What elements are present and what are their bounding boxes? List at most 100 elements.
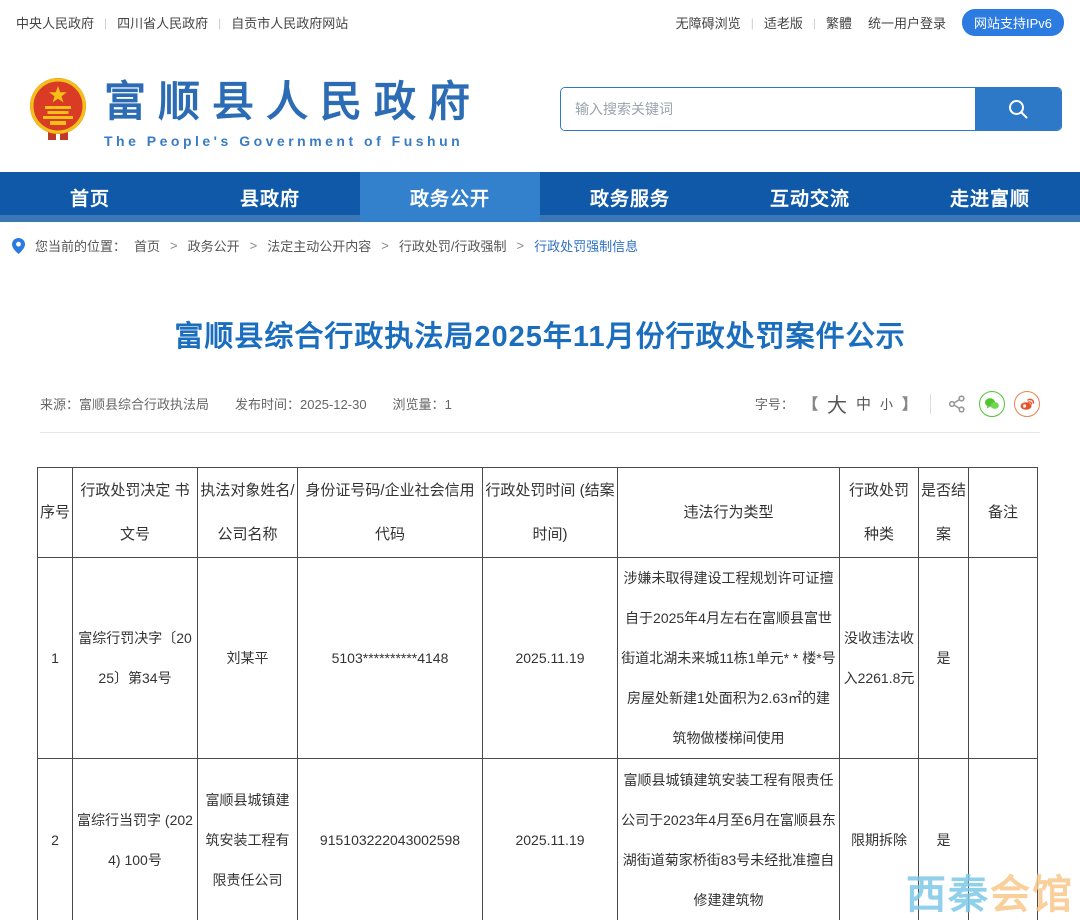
source-value: 富顺县综合行政执法局 (79, 397, 209, 412)
table-header-row: 序号 行政处罚决定 书文号 执法对象姓名/公司名称 身份证号码/企业社会信用代码… (38, 468, 1038, 558)
pubdate-value: 2025-12-30 (300, 397, 367, 412)
breadcrumb-prefix: 您当前的位置： (35, 236, 126, 255)
page: 中央人民政府 | 四川省人民政府 | 自贡市人民政府网站 无障碍浏览 | 适老版… (0, 0, 1080, 920)
wechat-icon (983, 395, 1001, 413)
weibo-share-button[interactable] (1014, 391, 1040, 417)
views-value: 1 (445, 397, 452, 412)
fontsize-large-button[interactable]: 大 (827, 389, 847, 418)
cell-penalty-kind: 没收违法收入2261.8元 (840, 558, 919, 759)
col-header-penalty-kind: 行政处罚种类 (840, 468, 919, 558)
fontsize-bracket-close: 】 (902, 393, 917, 414)
site-search (560, 87, 1062, 131)
table-row: 1 富综行罚决字〔2025〕第34号 刘某平 5103**********414… (38, 558, 1038, 759)
utility-links: 无障碍浏览 | 适老版 | 繁體 统一用户登录 网站支持IPv6 (676, 9, 1064, 36)
col-header-closed: 是否结案 (919, 468, 969, 558)
location-pin-icon (10, 237, 27, 255)
link-traditional-chinese[interactable]: 繁體 (826, 13, 852, 32)
cell-decision-number: 富综行当罚字 (2024) 100号 (73, 759, 198, 920)
search-button[interactable] (975, 88, 1061, 130)
link-zigong-gov[interactable]: 自贡市人民政府网站 (231, 13, 348, 32)
breadcrumb-statutory-content[interactable]: 法定主动公开内容 (267, 236, 371, 255)
search-input[interactable] (561, 88, 975, 130)
col-header-penalty-date: 行政处罚时间 (结案时间) (483, 468, 618, 558)
divider: | (104, 16, 107, 30)
site-title: 富顺县人民政府 (104, 68, 482, 129)
table-row: 2 富综行当罚字 (2024) 100号 富顺县城镇建筑安装工程有限责任公司 9… (38, 759, 1038, 920)
site-header: 富顺县人民政府 The People's Government of Fushu… (0, 45, 1080, 172)
nav-item-gov-affairs-open[interactable]: 政务公开 (360, 172, 540, 222)
top-utility-bar: 中央人民政府 | 四川省人民政府 | 自贡市人民政府网站 无障碍浏览 | 适老版… (0, 0, 1080, 45)
breadcrumb: 您当前的位置： 首页 > 政务公开 > 法定主动公开内容 > 行政处罚/行政强制… (0, 222, 1080, 267)
site-subtitle: The People's Government of Fushun (104, 133, 482, 149)
link-elder-version[interactable]: 适老版 (764, 13, 803, 32)
link-accessibility[interactable]: 无障碍浏览 (676, 13, 741, 32)
breadcrumb-separator: > (516, 238, 524, 253)
col-header-remark: 备注 (969, 468, 1038, 558)
share-icon (947, 394, 967, 414)
views-field: 浏览量：1 (393, 394, 452, 413)
gov-links: 中央人民政府 | 四川省人民政府 | 自贡市人民政府网站 (16, 13, 348, 32)
nav-item-about-fushun[interactable]: 走进富顺 (900, 172, 1080, 222)
cell-violation-type: 富顺县城镇建筑安装工程有限责任公司于2023年4月至6月在富顺县东湖街道菊家桥街… (618, 759, 840, 920)
divider: | (218, 16, 221, 30)
wechat-share-button[interactable] (979, 391, 1005, 417)
article-meta: 来源：富顺县综合行政执法局 发布时间：2025-12-30 浏览量：1 字号： … (40, 389, 1040, 433)
search-icon (1006, 97, 1030, 121)
breadcrumb-penalty-enforcement[interactable]: 行政处罚/行政强制 (399, 236, 507, 255)
pubdate-label: 发布时间： (235, 397, 300, 412)
site-title-block: 富顺县人民政府 The People's Government of Fushu… (104, 68, 482, 149)
article-meta-left: 来源：富顺县综合行政执法局 发布时间：2025-12-30 浏览量：1 (40, 394, 452, 413)
cell-penalty-kind: 限期拆除 (840, 759, 919, 920)
page-title: 富顺县综合行政执法局2025年11月份行政处罚案件公示 (40, 313, 1040, 355)
fontsize-small-button[interactable]: 小 (880, 394, 893, 413)
cell-closed: 是 (919, 759, 969, 920)
divider (930, 394, 931, 414)
nav-item-county-gov[interactable]: 县政府 (180, 172, 360, 222)
col-header-party-name: 执法对象姓名/公司名称 (198, 468, 298, 558)
cell-credit-code: 915103222043002598 (298, 759, 483, 920)
nav-item-interaction[interactable]: 互动交流 (720, 172, 900, 222)
nav-item-home[interactable]: 首页 (0, 172, 180, 222)
divider: | (751, 16, 754, 30)
cell-penalty-date: 2025.11.19 (483, 558, 618, 759)
fontsize-medium-button[interactable]: 中 (856, 393, 871, 414)
cell-remark (969, 558, 1038, 759)
cell-penalty-date: 2025.11.19 (483, 759, 618, 920)
link-sichuan-gov[interactable]: 四川省人民政府 (117, 13, 208, 32)
penalty-table: 序号 行政处罚决定 书文号 执法对象姓名/公司名称 身份证号码/企业社会信用代码… (37, 467, 1038, 920)
breadcrumb-home[interactable]: 首页 (134, 236, 160, 255)
breadcrumb-separator: > (250, 238, 258, 253)
breadcrumb-separator: > (170, 238, 178, 253)
nav-item-gov-services[interactable]: 政务服务 (540, 172, 720, 222)
pubdate-field: 发布时间：2025-12-30 (235, 394, 367, 413)
cell-remark (969, 759, 1038, 920)
col-header-credit-code: 身份证号码/企业社会信用代码 (298, 468, 483, 558)
breadcrumb-separator: > (381, 238, 389, 253)
penalty-table-container: 序号 行政处罚决定 书文号 执法对象姓名/公司名称 身份证号码/企业社会信用代码… (37, 467, 1043, 920)
views-label: 浏览量： (393, 397, 445, 412)
cell-party-name: 富顺县城镇建筑安装工程有限责任公司 (198, 759, 298, 920)
article-meta-right: 字号： 【 大 中 小 】 (755, 389, 1040, 418)
national-emblem-icon (26, 76, 90, 142)
breadcrumb-current[interactable]: 行政处罚强制信息 (534, 236, 638, 255)
cell-closed: 是 (919, 558, 969, 759)
site-brand[interactable]: 富顺县人民政府 The People's Government of Fushu… (26, 68, 482, 149)
fontsize-label: 字号： (755, 394, 794, 413)
weibo-icon (1018, 395, 1036, 413)
cell-index: 1 (38, 558, 73, 759)
fontsize-bracket-open: 【 (803, 393, 818, 414)
link-central-gov[interactable]: 中央人民政府 (16, 13, 94, 32)
breadcrumb-gov-open[interactable]: 政务公开 (188, 236, 240, 255)
col-header-decision-number: 行政处罚决定 书文号 (73, 468, 198, 558)
col-header-violation-type: 违法行为类型 (618, 468, 840, 558)
main-nav: 首页 县政府 政务公开 政务服务 互动交流 走进富顺 (0, 172, 1080, 222)
cell-credit-code: 5103**********4148 (298, 558, 483, 759)
col-header-index: 序号 (38, 468, 73, 558)
cell-party-name: 刘某平 (198, 558, 298, 759)
divider: | (813, 16, 816, 30)
ipv6-badge[interactable]: 网站支持IPv6 (962, 9, 1064, 36)
cell-decision-number: 富综行罚决字〔2025〕第34号 (73, 558, 198, 759)
share-button[interactable] (944, 391, 970, 417)
source-label: 来源： (40, 397, 79, 412)
link-unified-login[interactable]: 统一用户登录 (868, 13, 946, 32)
